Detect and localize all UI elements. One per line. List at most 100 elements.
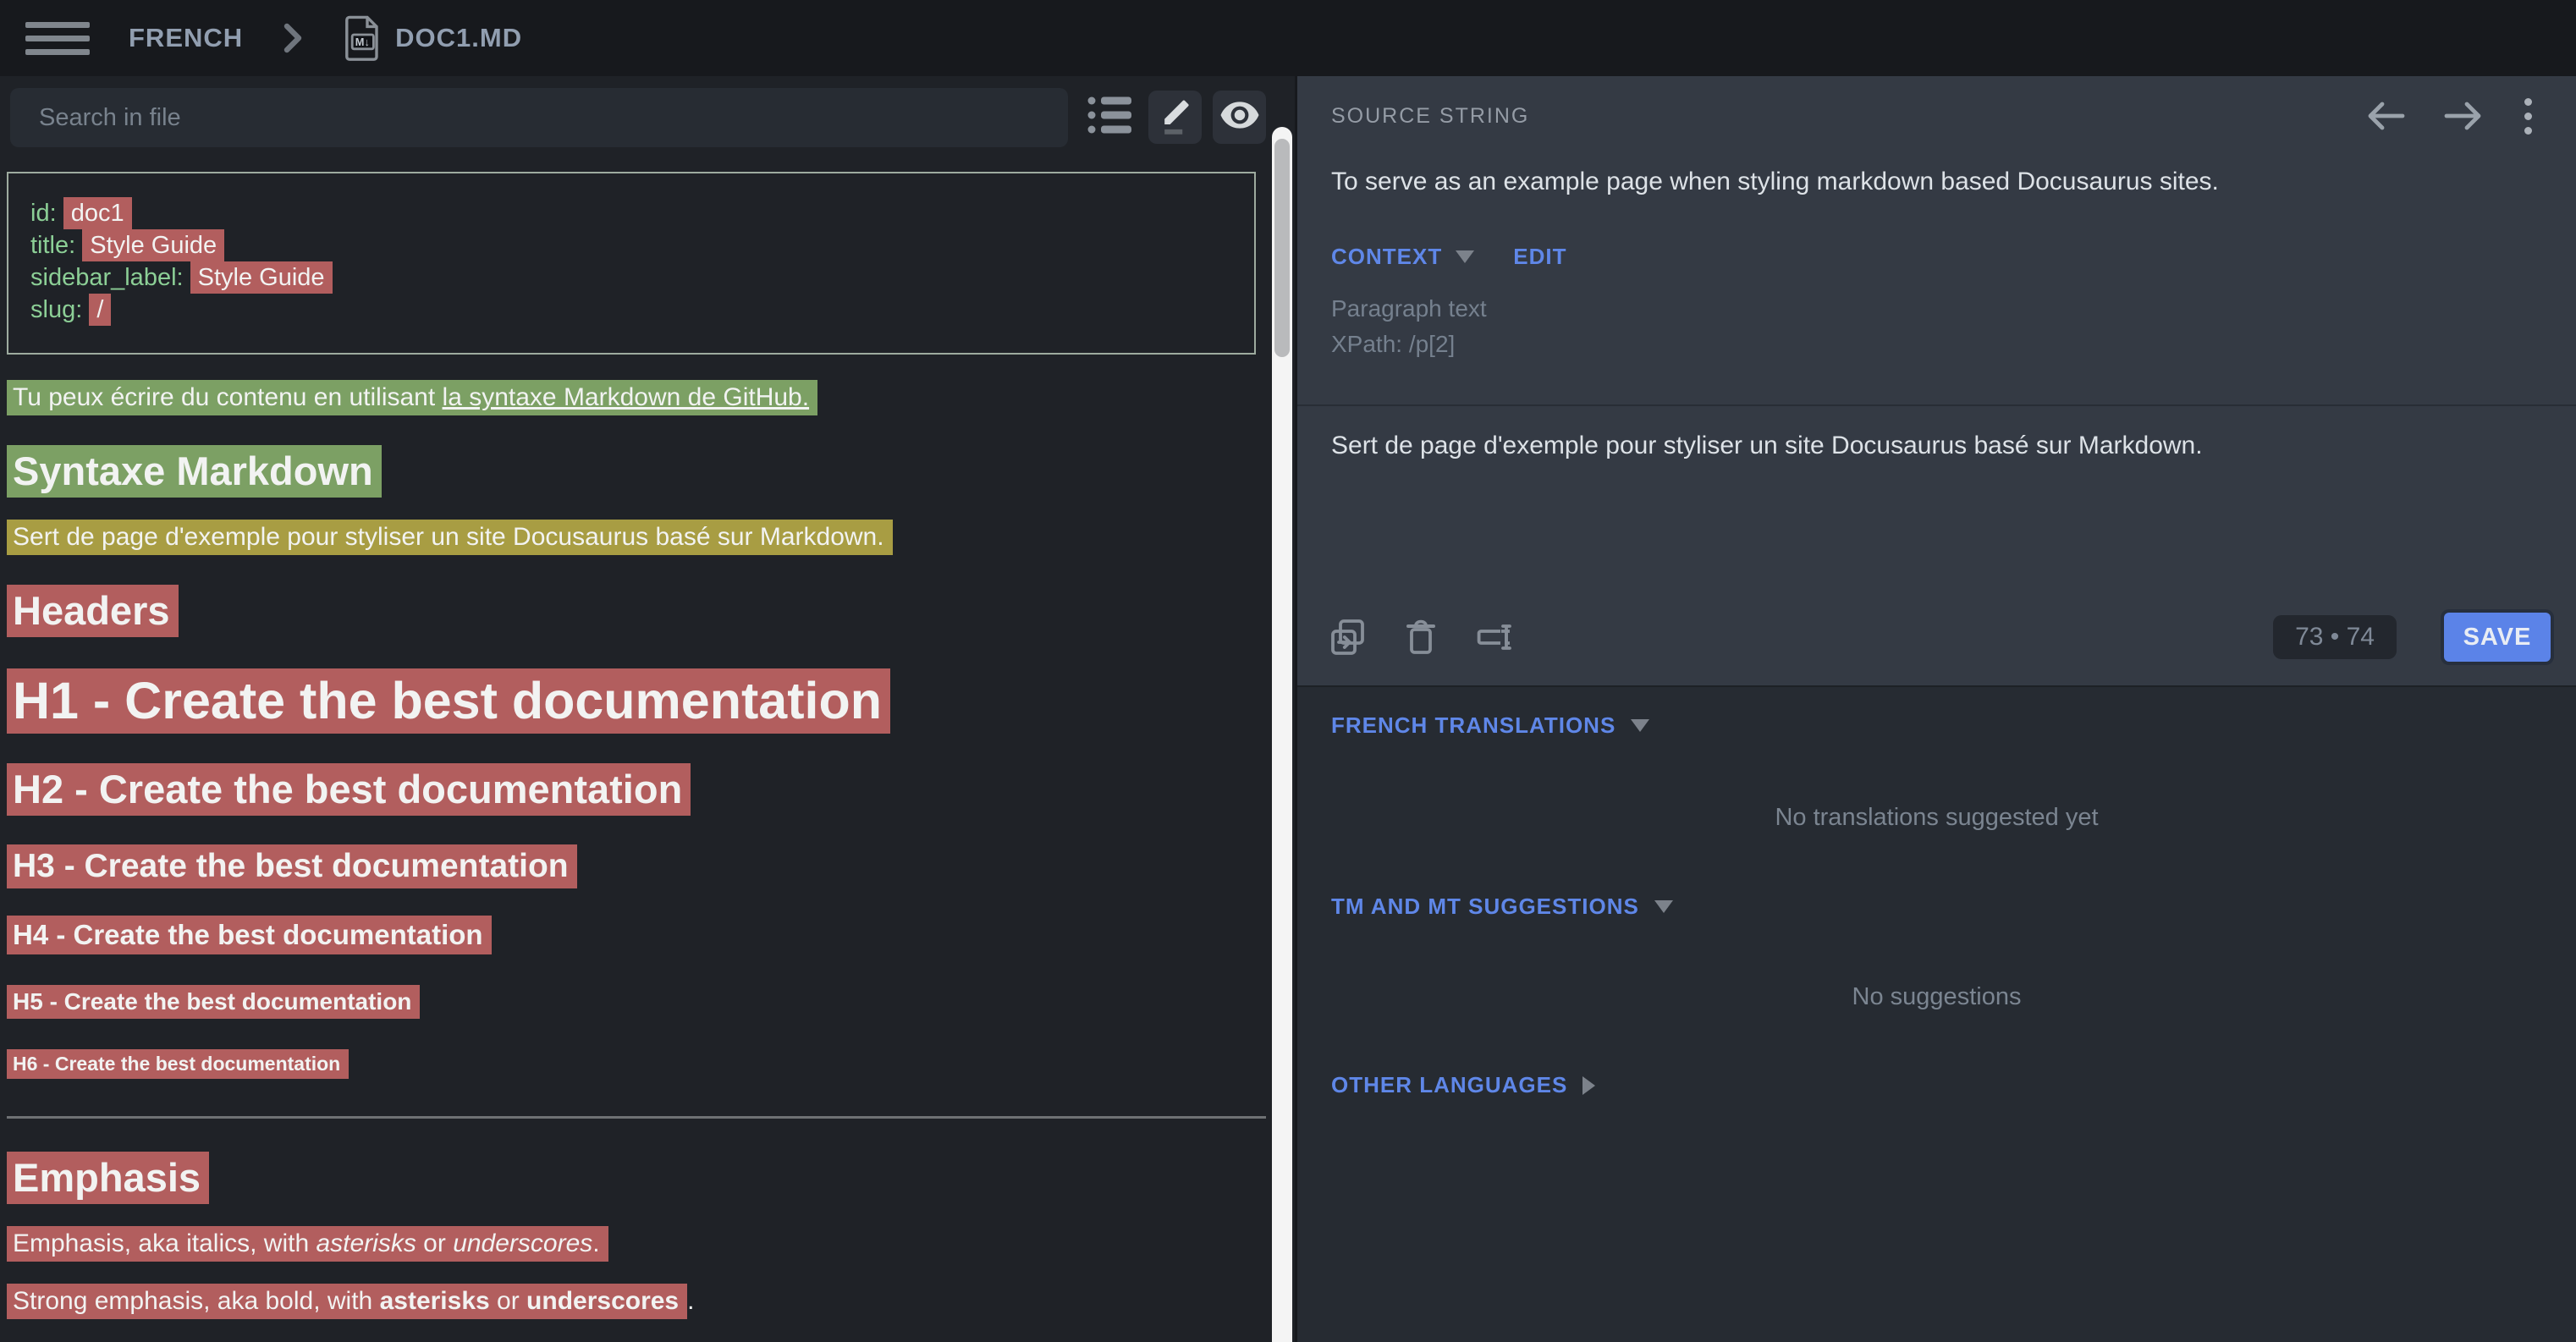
frontmatter-key: title: — [30, 232, 82, 259]
doc-string[interactable]: Syntaxe Markdown — [7, 445, 382, 498]
translations-empty-message: No translations suggested yet — [1297, 804, 2576, 832]
doc-string[interactable]: Style Guide — [82, 229, 224, 261]
doc-string[interactable]: H4 - Create the best documentation — [7, 916, 492, 954]
doc-string[interactable]: Emphasis, aka italics, with asterisks or… — [7, 1226, 608, 1262]
doc-text: Headers — [13, 588, 170, 633]
trash-icon[interactable] — [1402, 617, 1439, 657]
doc-block: Headers — [7, 587, 1269, 634]
frontmatter-line: id: doc1 — [30, 197, 1237, 229]
next-string-button[interactable] — [2443, 99, 2484, 133]
doc-block: Emphasis, aka italics, with asterisks or… — [7, 1229, 1269, 1258]
kebab-menu-icon[interactable] — [2521, 95, 2535, 138]
doc-string[interactable]: H2 - Create the best documentation — [7, 763, 691, 816]
doc-text: Sert de page d'exemple pour styliser un … — [13, 523, 884, 551]
doc-link: la syntaxe Markdown de GitHub. — [443, 383, 810, 411]
doc-text: or — [416, 1229, 453, 1257]
doc-string[interactable]: Strong emphasis, aka bold, with asterisk… — [7, 1284, 687, 1319]
tm-mt-suggestions-header[interactable]: TM AND MT SUGGESTIONS — [1331, 894, 1673, 920]
breadcrumb-project[interactable]: FRENCH — [129, 23, 243, 53]
doc-text: . — [592, 1229, 599, 1257]
top-bar: FRENCH M↓ DOC1.MD — [0, 0, 2576, 76]
frontmatter-line: title: Style Guide — [30, 229, 1237, 261]
scrollbar-track[interactable] — [1272, 127, 1292, 1342]
doc-text: H2 - Create the best documentation — [13, 767, 682, 811]
edit-mode-button[interactable] — [1148, 91, 1202, 144]
divider — [1297, 404, 2576, 406]
doc-text: or — [490, 1287, 526, 1315]
doc-block: H2 - Create the best documentation — [7, 766, 1269, 812]
svg-text:M↓: M↓ — [355, 36, 370, 48]
chevron-down-icon — [1654, 900, 1673, 913]
doc-string[interactable]: H5 - Create the best documentation — [7, 985, 420, 1019]
edit-context-button[interactable]: EDIT — [1513, 244, 1566, 270]
context-dropdown[interactable]: CONTEXT — [1331, 244, 1474, 270]
doc-block: Sert de page d'exemple pour styliser un … — [7, 523, 1269, 552]
chevron-down-icon — [1456, 250, 1474, 263]
doc-string[interactable]: H3 - Create the best documentation — [7, 844, 577, 888]
doc-block: H6 - Create the best documentation — [7, 1053, 1269, 1075]
breadcrumb-file[interactable]: DOC1.MD — [395, 23, 522, 53]
doc-block: Tu peux écrire du contenu en utilisant l… — [7, 383, 1269, 412]
doc-block: H4 - Create the best documentation — [7, 919, 1269, 951]
doc-block: H5 - Create the best documentation — [7, 988, 1269, 1015]
doc-text: Emphasis, aka italics, with — [13, 1229, 316, 1257]
markdown-file-icon: M↓ — [344, 15, 382, 61]
doc-text: underscores — [453, 1229, 592, 1257]
doc-text: Syntaxe Markdown — [13, 448, 373, 493]
context-type: Paragraph text — [1331, 291, 1487, 327]
doc-string[interactable]: H1 - Create the best documentation — [7, 668, 890, 734]
doc-text: Emphasis — [13, 1155, 201, 1200]
translation-input[interactable]: Sert de page d'exemple pour styliser un … — [1331, 432, 2542, 460]
editor-panel: id: doc1title: Style Guidesidebar_label:… — [0, 76, 1295, 1342]
copy-source-icon[interactable] — [1328, 617, 1368, 657]
doc-string[interactable]: Sert de page d'exemple pour styliser un … — [7, 520, 893, 555]
other-languages-header[interactable]: OTHER LANGUAGES — [1331, 1072, 1595, 1098]
text-cursor-icon[interactable] — [1473, 617, 1514, 657]
chevron-right-icon — [282, 21, 304, 55]
menu-icon[interactable] — [25, 13, 90, 63]
doc-text: asterisks — [316, 1229, 416, 1257]
list-icon[interactable] — [1087, 93, 1134, 141]
chevron-down-icon — [1631, 719, 1649, 732]
doc-block: H1 - Create the best documentation — [7, 671, 1269, 730]
source-string-text: To serve as an example page when styling… — [1331, 168, 2542, 196]
doc-block: Strong emphasis, aka bold, with asterisk… — [7, 1287, 1269, 1316]
tm-empty-message: No suggestions — [1297, 983, 2576, 1011]
frontmatter-block: id: doc1title: Style Guidesidebar_label:… — [7, 172, 1256, 355]
chevron-right-icon — [1582, 1076, 1595, 1095]
search-input[interactable] — [10, 88, 1068, 147]
doc-text: H4 - Create the best documentation — [13, 919, 483, 950]
doc-text: underscores — [526, 1287, 679, 1315]
context-xpath: XPath: /p[2] — [1331, 327, 1487, 362]
previous-string-button[interactable] — [2365, 99, 2406, 133]
save-button[interactable]: SAVE — [2444, 613, 2551, 662]
document-content: id: doc1title: Style Guidesidebar_label:… — [7, 172, 1269, 1316]
context-details: Paragraph text XPath: /p[2] — [1331, 291, 1487, 362]
translation-panel: SOURCE STRING To serve as an example pag… — [1297, 76, 2576, 1342]
frontmatter-line: slug: / — [30, 294, 1237, 326]
doc-string[interactable]: / — [89, 294, 111, 326]
french-translations-header[interactable]: FRENCH TRANSLATIONS — [1331, 712, 1649, 739]
doc-string[interactable]: H6 - Create the best documentation — [7, 1049, 349, 1079]
frontmatter-key: id: — [30, 200, 63, 227]
doc-text: Tu peux écrire du contenu en utilisant — [13, 383, 443, 411]
doc-text: H6 - Create the best documentation — [13, 1053, 340, 1075]
doc-string[interactable]: Headers — [7, 585, 179, 637]
doc-text: Strong emphasis, aka bold, with — [13, 1287, 380, 1315]
pencil-icon — [1157, 95, 1194, 140]
suggestions-section: FRENCH TRANSLATIONS No translations sugg… — [1297, 685, 2576, 1342]
doc-block: H3 - Create the best documentation — [7, 848, 1269, 885]
preview-mode-button[interactable] — [1213, 91, 1266, 144]
doc-block: Syntaxe Markdown — [7, 448, 1269, 494]
doc-text: . — [687, 1287, 694, 1315]
horizontal-rule — [7, 1116, 1266, 1119]
doc-string[interactable]: Tu peux écrire du contenu en utilisant l… — [7, 380, 817, 415]
doc-text: H5 - Create the best documentation — [13, 988, 411, 1015]
doc-string[interactable]: Style Guide — [190, 261, 333, 294]
doc-text: asterisks — [380, 1287, 490, 1315]
source-string-section: SOURCE STRING To serve as an example pag… — [1297, 76, 2576, 685]
scrollbar-thumb[interactable] — [1274, 139, 1290, 357]
frontmatter-key: sidebar_label: — [30, 264, 190, 291]
doc-string[interactable]: doc1 — [63, 197, 132, 229]
doc-string[interactable]: Emphasis — [7, 1152, 209, 1204]
